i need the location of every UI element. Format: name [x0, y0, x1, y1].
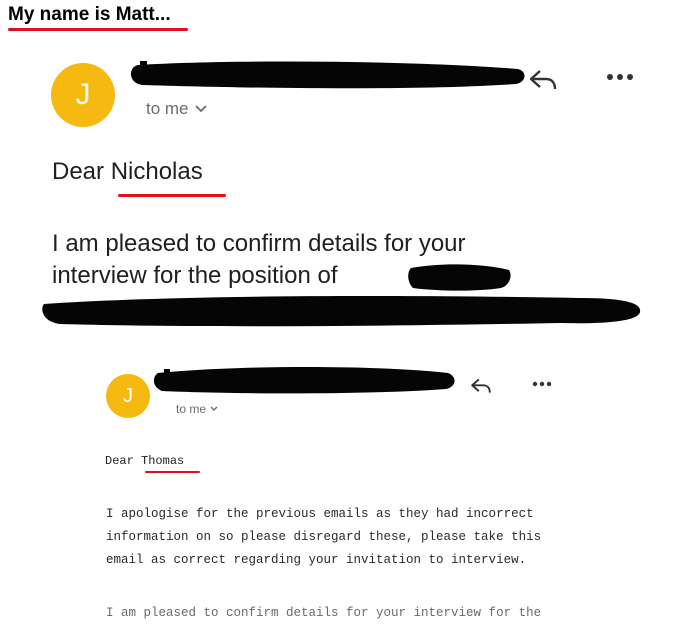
- recipient-dropdown[interactable]: to me: [146, 99, 207, 119]
- recipient-label: to me: [176, 402, 207, 416]
- body-line-redaction: [42, 296, 641, 327]
- greeting-prefix: Dear: [52, 158, 111, 185]
- apology-paragraph: I apologise for the previous emails as t…: [106, 503, 566, 572]
- reply-arrow-icon: [529, 70, 557, 90]
- recipient-dropdown-quoted[interactable]: to me: [176, 402, 218, 416]
- paragraph-line: I apologise for the previous emails as t…: [106, 507, 534, 521]
- name-underline: [118, 194, 226, 197]
- caption-underline: [8, 28, 188, 31]
- greeting-quoted: Dear Thomas: [105, 454, 184, 468]
- chevron-down-icon: [194, 105, 207, 113]
- more-options-button[interactable]: [600, 62, 640, 92]
- greeting-name: Thomas: [141, 454, 185, 468]
- confirmation-paragraph: I am pleased to confirm details for your…: [106, 606, 542, 620]
- paragraph-line: email as correct regarding your invitati…: [106, 553, 527, 567]
- paragraph-line: information on so please disregard these…: [106, 530, 542, 544]
- reply-button-quoted[interactable]: [468, 373, 494, 399]
- greeting-name: Nicholas: [110, 158, 203, 185]
- more-options-icon: [607, 74, 633, 80]
- recipient-label: to me: [146, 99, 189, 118]
- sender-redaction: [130, 61, 525, 89]
- chevron-down-icon: [210, 406, 218, 411]
- sender-redaction-quoted: [153, 367, 455, 394]
- sender-avatar-quoted[interactable]: J: [106, 374, 150, 418]
- body-line: I am pleased to confirm details for your: [52, 230, 466, 257]
- avatar-letter: J: [123, 384, 133, 407]
- caption-text: My name is Matt...: [8, 4, 171, 25]
- avatar-letter: J: [75, 78, 91, 111]
- more-options-button-quoted[interactable]: [527, 374, 557, 394]
- greeting-prefix: Dear: [105, 454, 142, 468]
- reply-button[interactable]: [525, 62, 561, 98]
- greeting: Dear Nicholas: [52, 158, 203, 186]
- sender-avatar[interactable]: J: [51, 63, 115, 127]
- more-options-icon: [532, 381, 552, 387]
- position-redaction: [408, 264, 511, 291]
- reply-arrow-icon: [471, 378, 491, 393]
- name-underline-quoted: [145, 471, 200, 473]
